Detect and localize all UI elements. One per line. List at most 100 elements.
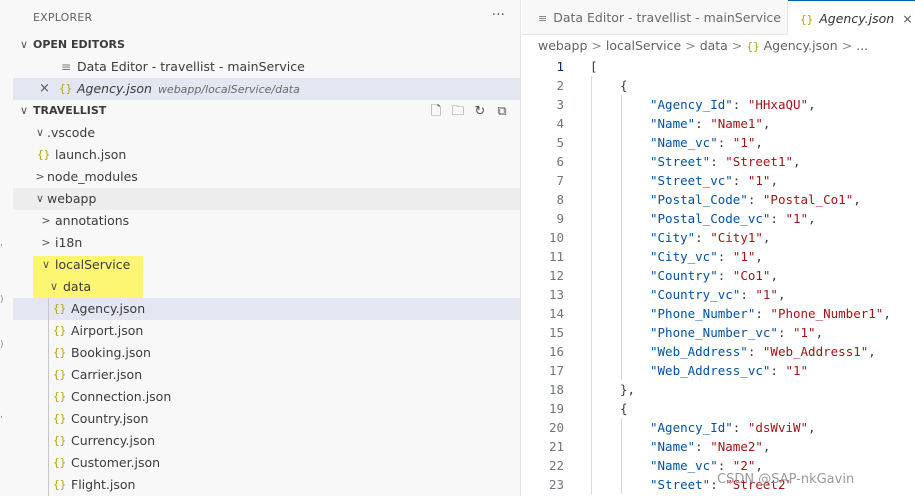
json-comma: , xyxy=(777,287,786,302)
tree-item-airport-json[interactable]: {} Airport.json xyxy=(13,320,520,342)
json-colon: : xyxy=(695,230,711,245)
code-line[interactable]: 11 "City_vc": "1", xyxy=(522,247,915,266)
chevron-right-icon: > xyxy=(41,214,51,227)
tab-agency-json[interactable]: {} Agency.json × xyxy=(788,0,915,35)
chevron-down-icon: ∨ xyxy=(41,258,51,271)
tree-item-label: localService xyxy=(55,257,131,272)
tree-item-annotations[interactable]: > annotations xyxy=(13,210,520,232)
tree-item-agency-json[interactable]: {} Agency.json xyxy=(13,298,520,320)
close-icon[interactable]: × xyxy=(39,78,50,100)
code-text: "Country_vc": "1", xyxy=(650,285,785,304)
json-key: "Country_vc" xyxy=(650,287,741,302)
json-value: "1" xyxy=(785,211,809,226)
json-file-icon: {} xyxy=(53,390,67,403)
travellist-section[interactable]: ∨ TRAVELLIST 🗋 🗀 ↻ ⧉ xyxy=(13,100,520,123)
breadcrumb-item[interactable]: Agency.json xyxy=(764,38,838,53)
json-file-icon: {} xyxy=(53,434,67,447)
code-line[interactable]: 21 "Name": "Name2", xyxy=(522,437,915,456)
chevron-down-icon: ∨ xyxy=(49,280,59,293)
watermark: CSDN @SAP-nkGavin xyxy=(717,472,855,487)
code-text: }, xyxy=(620,380,635,399)
code-line[interactable]: 10 "City": "City1", xyxy=(522,228,915,247)
breadcrumb-item[interactable]: localService xyxy=(606,38,681,53)
json-colon: : xyxy=(717,135,733,150)
json-colon: : xyxy=(770,363,786,378)
code-line[interactable]: 12 "Country": "Co1", xyxy=(522,266,915,285)
tree-item-node-modules[interactable]: > node_modules xyxy=(13,166,520,188)
code-line[interactable]: 4 "Name": "Name1", xyxy=(522,114,915,133)
tree-item-localservice[interactable]: ∨ localService xyxy=(13,254,520,276)
breadcrumb-item[interactable]: webapp xyxy=(538,38,587,53)
json-comma: , xyxy=(762,230,771,245)
line-number: 8 xyxy=(556,192,564,207)
json-comma: , xyxy=(762,439,771,454)
code-line[interactable]: 8 "Postal_Code": "Postal_Co1", xyxy=(522,190,915,209)
json-comma: , xyxy=(808,211,816,226)
json-value: "1" xyxy=(755,287,778,302)
code-line[interactable]: 15 "Phone_Number_vc": "1", xyxy=(522,323,915,342)
json-file-icon: {} xyxy=(53,346,67,359)
close-icon[interactable]: × xyxy=(902,11,912,26)
code-text: "Name_vc": "1", xyxy=(650,133,763,152)
open-editor-item-data-editor[interactable]: ≡ Data Editor - travellist - mainService xyxy=(13,56,520,78)
code-line[interactable]: 6 "Street": "Street1", xyxy=(522,152,915,171)
code-line[interactable]: 2{ xyxy=(522,76,915,95)
explorer-sidebar: , ) ) , EXPLORER ··· ∨ OPEN EDITORS ≡ Da… xyxy=(0,0,521,496)
tab-data-editor[interactable]: ≡ Data Editor - travellist - mainService xyxy=(522,0,788,35)
json-file-icon: {} xyxy=(53,302,67,315)
tree-item-vscode[interactable]: ∨ .vscode xyxy=(13,122,520,144)
more-actions-icon[interactable]: ··· xyxy=(492,7,505,23)
tree-item-connection-json[interactable]: {} Connection.json xyxy=(13,386,520,408)
line-number: 2 xyxy=(556,78,564,93)
tree-item-webapp[interactable]: ∨ webapp xyxy=(13,188,520,210)
line-number: 10 xyxy=(548,230,564,245)
new-file-icon[interactable]: 🗋 xyxy=(425,101,447,123)
code-bracket: [ xyxy=(590,59,598,74)
line-number: 15 xyxy=(548,325,564,340)
breadcrumb-item[interactable]: data xyxy=(700,38,728,53)
line-number: 18 xyxy=(548,382,564,397)
code-line[interactable]: 14 "Phone_Number": "Phone_Number1", xyxy=(522,304,915,323)
refresh-icon[interactable]: ↻ xyxy=(469,101,491,123)
open-editors-section[interactable]: ∨ OPEN EDITORS xyxy=(13,34,520,56)
code-text: "Name": "Name2", xyxy=(650,437,770,456)
tree-item-booking-json[interactable]: {} Booking.json xyxy=(13,342,520,364)
code-text: "Phone_Number": "Phone_Number1", xyxy=(650,304,891,323)
breadcrumb: webapp > localService > data >{} Agency.json >.… xyxy=(522,35,915,57)
json-colon: : xyxy=(777,325,793,340)
line-number: 1 xyxy=(556,59,564,74)
new-folder-icon[interactable]: 🗀 xyxy=(447,101,469,123)
breadcrumb-item[interactable]: ... xyxy=(856,38,868,53)
tree-item-customer-json[interactable]: {} Customer.json xyxy=(13,452,520,474)
json-comma: , xyxy=(815,325,824,340)
code-line[interactable]: 3 "Agency_Id": "HHxaQU", xyxy=(522,95,915,114)
code-line[interactable]: 19 { xyxy=(522,399,915,418)
code-line[interactable]: 17 "Web_Address_vc": "1" xyxy=(522,361,915,380)
code-text: [ xyxy=(590,57,598,76)
tree-item-launch-json[interactable]: {} launch.json xyxy=(13,144,520,166)
collapse-all-icon[interactable]: ⧉ xyxy=(491,101,513,123)
json-colon: : xyxy=(755,306,771,321)
code-line[interactable]: 20 "Agency_Id": "dsWviW", xyxy=(522,418,915,437)
json-file-icon: {} xyxy=(53,368,67,381)
code-line[interactable]: 13 "Country_vc": "1", xyxy=(522,285,915,304)
json-value: "dsWviW" xyxy=(747,420,809,435)
json-file-icon: {} xyxy=(53,324,67,337)
code-line[interactable]: 7 "Street_vc": "1", xyxy=(522,171,915,190)
tree-item-currency-json[interactable]: {} Currency.json xyxy=(13,430,520,452)
code-line[interactable]: 18}, xyxy=(522,380,915,399)
line-number: 22 xyxy=(548,458,564,473)
json-key: "Agency_Id" xyxy=(650,420,733,435)
tree-item-i18n[interactable]: > i18n xyxy=(13,232,520,254)
code-line[interactable]: 5 "Name_vc": "1", xyxy=(522,133,915,152)
open-editor-item-agency-json[interactable]: × {} Agency.json webapp/localService/data xyxy=(13,78,520,100)
tree-item-carrier-json[interactable]: {} Carrier.json xyxy=(13,364,520,386)
code-line[interactable]: 16 "Web_Address": "Web_Address1", xyxy=(522,342,915,361)
code-text: "Agency_Id": "HHxaQU", xyxy=(650,95,816,114)
tree-item-data[interactable]: ∨ data xyxy=(13,276,520,298)
code-line[interactable]: 1[ xyxy=(522,57,915,76)
json-colon: : xyxy=(747,344,763,359)
tree-item-flight-json[interactable]: {} Flight.json xyxy=(13,474,520,496)
code-line[interactable]: 9 "Postal_Code_vc": "1", xyxy=(522,209,915,228)
tree-item-country-json[interactable]: {} Country.json xyxy=(13,408,520,430)
